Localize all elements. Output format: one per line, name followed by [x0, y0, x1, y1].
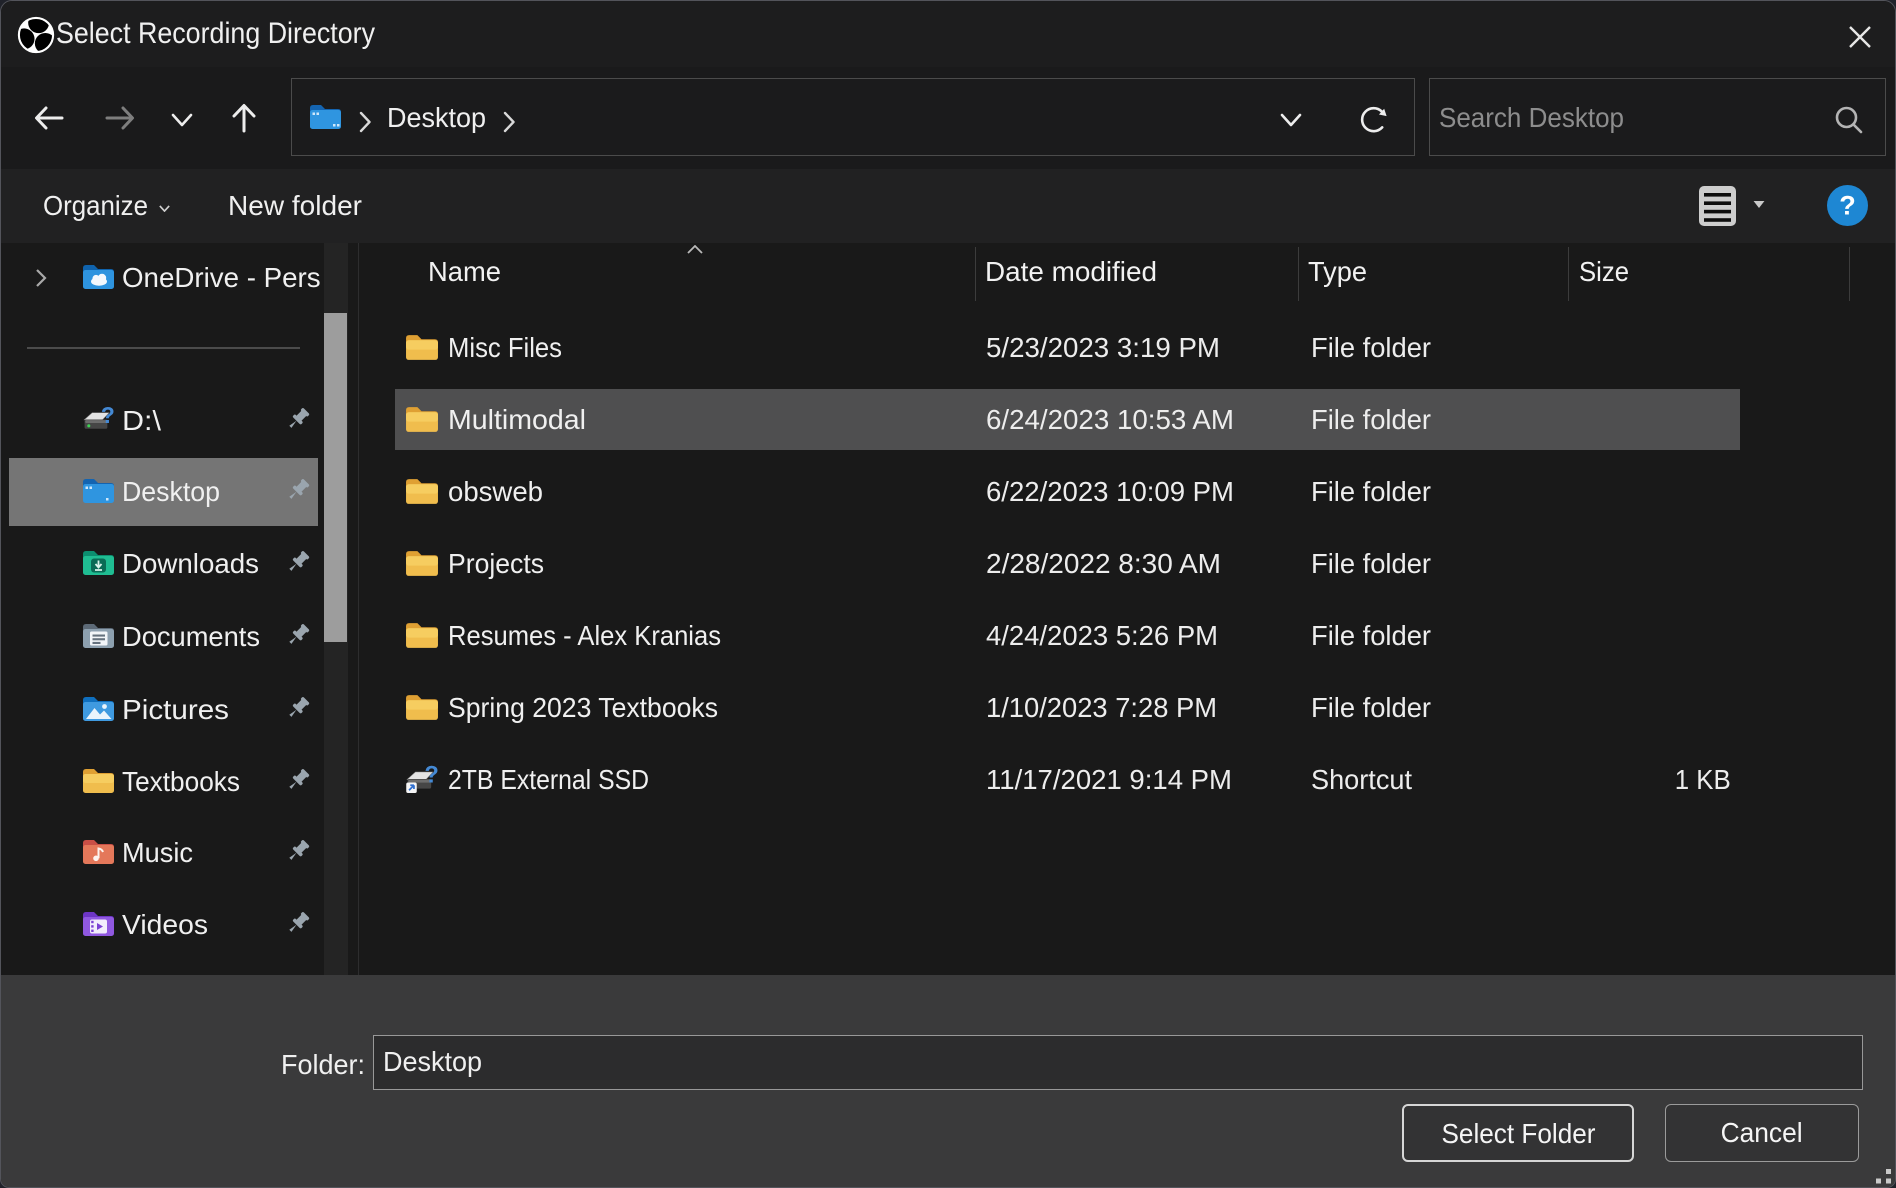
svg-text:?: ? — [424, 765, 438, 789]
svg-text:?: ? — [1839, 191, 1856, 221]
svg-text:?: ? — [101, 406, 115, 428]
